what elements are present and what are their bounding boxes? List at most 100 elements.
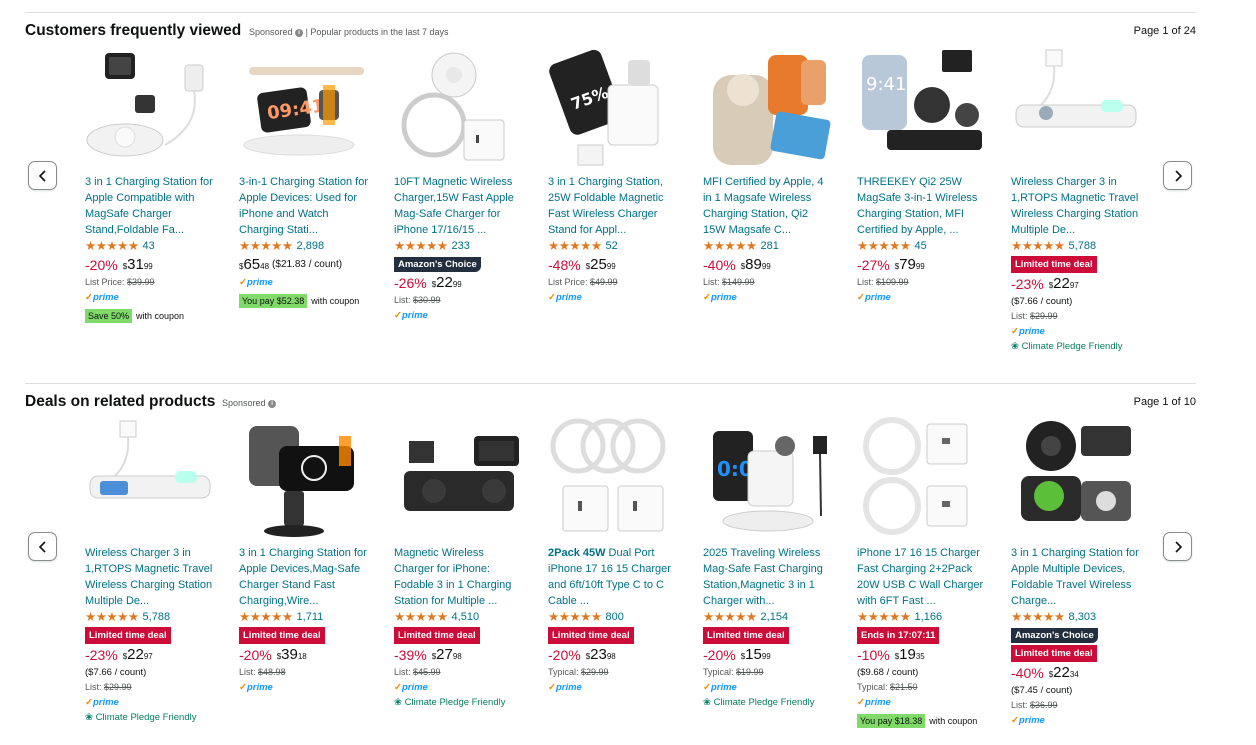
review-count[interactable]: 45 [915,240,927,252]
discount-percent: -40% [1011,665,1044,681]
product-image[interactable] [1011,45,1141,170]
rating-row[interactable]: ★★★★★ 52 [548,238,678,254]
price-row: -48% $2599 [548,256,678,274]
product-image[interactable] [703,45,833,170]
review-count[interactable]: 800 [606,611,624,623]
review-count[interactable]: 5,788 [1069,240,1097,252]
list-price: $29.99 [1030,311,1058,321]
product-title-link[interactable]: 10FT Magnetic Wireless Charger,15W Fast … [394,174,524,238]
product-card[interactable]: 09:41 3-in-1 Charging Station for Apple D… [239,45,369,308]
review-count[interactable]: 52 [606,240,618,252]
product-card[interactable]: 3 in 1 Charging Station for Apple Compat… [85,45,215,323]
product-card[interactable]: 10FT Magnetic Wireless Charger,15W Fast … [394,45,524,322]
rating-row[interactable]: ★★★★★ 8,303 [1011,609,1141,625]
review-count[interactable]: 1,166 [915,611,943,623]
product-card[interactable]: Wireless Charger 3 in 1,RTOPS Magnetic T… [85,416,215,724]
product-card[interactable]: 0:0 2025 Traveling Wireless Mag-Safe Fast… [703,416,833,709]
carousel-prev-button[interactable] [28,161,57,190]
prime-label: prime [710,682,737,693]
product-card[interactable]: MFI Certified by Apple, 4 in 1 Magsafe W… [703,45,833,304]
review-count[interactable]: 8,303 [1069,611,1097,623]
carousel-next-button[interactable] [1163,532,1192,561]
rating-row[interactable]: ★★★★★ 233 [394,238,524,254]
rating-row[interactable]: ★★★★★ 281 [703,238,833,254]
product-image[interactable] [394,45,524,170]
rating-row[interactable]: ★★★★★ 2,898 [239,238,369,254]
product-image[interactable]: 09:41 [239,45,369,170]
climate-pledge-badge[interactable]: ❀ Climate Pledge Friendly [394,696,524,709]
product-card[interactable]: 75% 3 in 1 Charging Station, 25W Foldable… [548,45,678,304]
rating-row[interactable]: ★★★★★ 800 [548,609,678,625]
product-card[interactable]: Wireless Charger 3 in 1,RTOPS Magnetic T… [1011,45,1141,353]
rating-row[interactable]: ★★★★★ 1,711 [239,609,369,625]
sponsored-label[interactable]: Sponsored i [222,398,277,408]
coupon-row[interactable]: Save 50% with coupon [85,308,215,323]
product-title-link[interactable]: 3 in 1 Charging Station for Apple Compat… [85,174,215,238]
rating-row[interactable]: ★★★★★ 4,510 [394,609,524,625]
review-count[interactable]: 5,788 [143,611,171,623]
product-image[interactable] [85,416,215,541]
product-image[interactable]: 75% [548,45,678,170]
rating-row[interactable]: ★★★★★ 2,154 [703,609,833,625]
review-count[interactable]: 43 [143,240,155,252]
climate-pledge-badge[interactable]: ❀ Climate Pledge Friendly [703,696,833,709]
product-card[interactable]: 9:41 THREEKEY Qi2 25W MagSafe 3-in-1 Wire… [857,45,987,304]
review-count[interactable]: 2,898 [297,240,325,252]
product-image[interactable] [394,416,524,541]
product-title-link[interactable]: Wireless Charger 3 in 1,RTOPS Magnetic T… [85,545,215,609]
product-image[interactable]: 9:41 [857,45,987,170]
rating-row[interactable]: ★★★★★ 5,788 [1011,238,1141,254]
product-title-link[interactable]: MFI Certified by Apple, 4 in 1 Magsafe W… [703,174,833,238]
info-icon[interactable]: i [295,28,304,37]
product-card[interactable]: Magnetic Wireless Charger for iPhone: Fo… [394,416,524,709]
product-card[interactable]: 3 in 1 Charging Station for Apple Multip… [1011,416,1141,727]
carousel-next-button[interactable] [1163,161,1192,190]
rating-row[interactable]: ★★★★★ 43 [85,238,215,254]
product-image[interactable] [239,416,369,541]
rating-row[interactable]: ★★★★★ 5,788 [85,609,215,625]
rating-row[interactable]: ★★★★★ 1,166 [857,609,987,625]
product-title: iPhone 17 16 15 Charger Fast Charging 2+… [857,547,984,607]
prime-label: prime [246,682,273,693]
coupon-row[interactable]: You pay $52.38 with coupon [239,293,369,308]
list-price-label: List: [703,277,720,287]
product-card[interactable]: iPhone 17 16 15 Charger Fast Charging 2+… [857,416,987,728]
list-price-row: List: $45.99 [394,666,524,679]
product-title-link[interactable]: THREEKEY Qi2 25W MagSafe 3-in-1 Wireless… [857,174,987,238]
product-image[interactable]: 0:0 [703,416,833,541]
prime-check-icon: ✓ [1011,715,1019,726]
product-title-link[interactable]: 2025 Traveling Wireless Mag-Safe Fast Ch… [703,545,833,609]
product-image[interactable] [85,45,215,170]
rating-row[interactable]: ★★★★★ 45 [857,238,987,254]
product-title-link[interactable]: 3 in 1 Charging Station for Apple Device… [239,545,369,609]
price-whole: 23 [590,646,607,663]
info-icon[interactable]: i [268,399,277,408]
product-image[interactable] [857,416,987,541]
review-count[interactable]: 1,711 [297,611,324,623]
product-title-link[interactable]: iPhone 17 16 15 Charger Fast Charging 2+… [857,545,987,609]
product-title-link[interactable]: 2Pack 45W Dual Port iPhone 17 16 15 Char… [548,545,678,609]
climate-pledge-badge[interactable]: ❀ Climate Pledge Friendly [85,711,215,724]
sponsored-label[interactable]: Sponsored i | Popular products in the la… [249,27,449,37]
coupon-badge: Save 50% [85,308,133,323]
product-title-link[interactable]: 3 in 1 Charging Station, 25W Foldable Ma… [548,174,678,238]
product-title-link[interactable]: 3 in 1 Charging Station for Apple Multip… [1011,545,1141,609]
amazons-choice-badge: Amazon's Choice [1011,628,1098,643]
review-count[interactable]: 2,154 [761,611,789,623]
product-title-link[interactable]: 3-in-1 Charging Station for Apple Device… [239,174,369,238]
review-count[interactable]: 4,510 [452,611,480,623]
product-card[interactable]: 2Pack 45W Dual Port iPhone 17 16 15 Char… [548,416,678,694]
coupon-row[interactable]: You pay $18.38 with coupon [857,713,987,728]
product-title-link[interactable]: Magnetic Wireless Charger for iPhone: Fo… [394,545,524,609]
product-image[interactable] [548,416,678,541]
product-card[interactable]: 3 in 1 Charging Station for Apple Device… [239,416,369,694]
product-title: Wireless Charger 3 in 1,RTOPS Magnetic T… [1011,176,1139,236]
price-row: -40% $8999 [703,256,833,274]
review-count[interactable]: 281 [761,240,779,252]
climate-pledge-badge[interactable]: ❀ Climate Pledge Friendly [1011,340,1141,353]
product-title-link[interactable]: Wireless Charger 3 in 1,RTOPS Magnetic T… [1011,174,1141,238]
carousel-prev-button[interactable] [28,532,57,561]
review-count[interactable]: 233 [452,240,470,252]
product-image[interactable] [1011,416,1141,541]
deal-badge: Limited time deal [394,627,480,644]
